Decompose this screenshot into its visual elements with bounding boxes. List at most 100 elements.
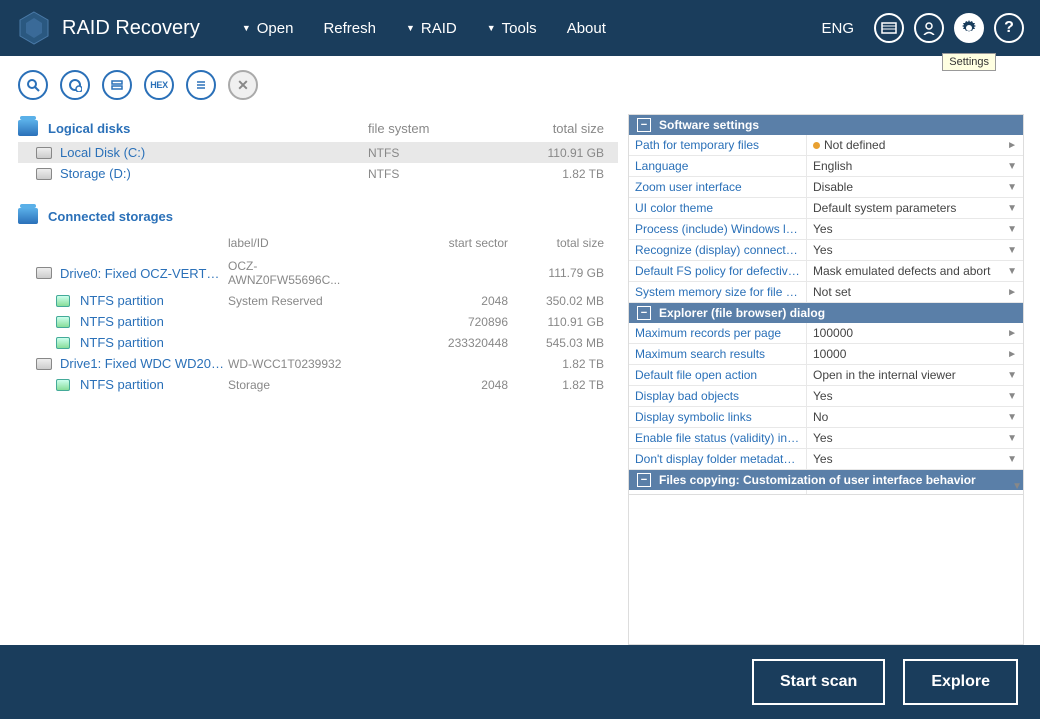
settings-button[interactable] <box>954 13 984 43</box>
settings-description <box>628 495 1024 645</box>
setting-value[interactable]: Disable▼ <box>807 177 1023 197</box>
setting-value[interactable]: Yes▼ <box>807 240 1023 260</box>
window-button[interactable] <box>874 13 904 43</box>
partition-name: NTFS partition <box>80 335 228 350</box>
menu-raid[interactable]: ▼RAID <box>394 14 469 43</box>
setting-row[interactable]: Display symbolic links No▼ <box>629 407 1023 428</box>
logo-area: RAID Recovery <box>16 10 200 46</box>
settings-group-header[interactable]: −Files copying: Customization of user in… <box>629 470 1023 490</box>
partition-size: 1.82 TB <box>508 378 618 392</box>
setting-row[interactable]: System memory size for file cache... Not… <box>629 282 1023 303</box>
hdd-icon <box>36 168 52 180</box>
help-button[interactable]: ? <box>994 13 1024 43</box>
setting-label: Process (include) Windows logical ... <box>629 219 807 239</box>
tool-raid[interactable] <box>102 70 132 100</box>
menu-about[interactable]: About <box>555 14 618 43</box>
group-title: Software settings <box>659 118 759 132</box>
partition-icon <box>56 316 70 328</box>
setting-row[interactable]: Recognize (display) connected me... Yes▼ <box>629 240 1023 261</box>
setting-label: Zoom user interface <box>629 177 807 197</box>
setting-row[interactable]: Language English▼ <box>629 156 1023 177</box>
logical-disk-row[interactable]: Storage (D:) NTFS 1.82 TB <box>18 163 618 184</box>
scroll-down-icon[interactable]: ▼ <box>1012 481 1022 492</box>
setting-row[interactable]: Default FS policy for defective blo... M… <box>629 261 1023 282</box>
setting-row[interactable]: Enable file status (validity) indicati..… <box>629 428 1023 449</box>
gear-icon <box>961 20 977 36</box>
dropdown-arrow-icon: ▼ <box>1007 266 1017 277</box>
dropdown-arrow-icon: ▼ <box>1007 224 1017 235</box>
drive-icon <box>36 358 52 370</box>
partition-start: 2048 <box>368 294 508 308</box>
tool-manage[interactable] <box>60 70 90 100</box>
partition-start: 2048 <box>368 378 508 392</box>
raid-icon <box>110 78 124 92</box>
setting-label: Duplicate file conflict action <box>629 490 807 495</box>
main-menu: ▼Open Refresh ▼RAID ▼Tools About <box>230 14 618 43</box>
settings-group-header[interactable]: −Software settings <box>629 115 1023 135</box>
group-collapse-icon[interactable]: − <box>637 118 651 132</box>
setting-value[interactable]: Yes▼ <box>807 219 1023 239</box>
settings-group-header[interactable]: −Explorer (file browser) dialog <box>629 303 1023 323</box>
dropdown-arrow-icon: ► <box>1007 328 1017 339</box>
setting-value[interactable]: Not set► <box>807 282 1023 302</box>
setting-row[interactable]: Zoom user interface Disable▼ <box>629 177 1023 198</box>
setting-value[interactable]: Ask what to do▼ <box>807 490 1023 495</box>
setting-value[interactable]: Not defined► <box>807 135 1023 155</box>
setting-row[interactable]: Duplicate file conflict action Ask what … <box>629 490 1023 495</box>
setting-value[interactable]: Yes▼ <box>807 428 1023 448</box>
setting-value[interactable]: Yes▼ <box>807 386 1023 406</box>
partition-size: 545.03 MB <box>508 336 618 350</box>
partition-icon <box>56 295 70 307</box>
setting-row[interactable]: Maximum records per page 100000► <box>629 323 1023 344</box>
setting-label: Default FS policy for defective blo... <box>629 261 807 281</box>
drive-row[interactable]: Drive0: Fixed OCZ-VERTEX3 (ATA) OCZ-AWNZ… <box>18 256 618 290</box>
tool-scan[interactable] <box>18 70 48 100</box>
warning-dot-icon <box>813 142 820 149</box>
setting-value[interactable]: Open in the internal viewer▼ <box>807 365 1023 385</box>
explore-button[interactable]: Explore <box>903 659 1018 705</box>
connected-icon <box>18 208 38 224</box>
partition-name: NTFS partition <box>80 293 228 308</box>
group-collapse-icon[interactable]: − <box>637 306 651 320</box>
setting-value[interactable]: No▼ <box>807 407 1023 427</box>
partition-label: Storage <box>228 378 368 392</box>
tool-close[interactable]: ✕ <box>228 70 258 100</box>
setting-value[interactable]: English▼ <box>807 156 1023 176</box>
close-icon: ✕ <box>237 77 249 94</box>
partition-row[interactable]: NTFS partition 233320448 545.03 MB <box>18 332 618 353</box>
start-scan-button[interactable]: Start scan <box>752 659 885 705</box>
partition-row[interactable]: NTFS partition Storage 2048 1.82 TB <box>18 374 618 395</box>
setting-value[interactable]: Mask emulated defects and abort▼ <box>807 261 1023 281</box>
disk-size: 1.82 TB <box>508 167 618 181</box>
hex-icon: HEX <box>150 80 168 90</box>
setting-row[interactable]: Path for temporary files Not defined► <box>629 135 1023 156</box>
settings-panel: ▼ −Software settingsPath for temporary f… <box>628 114 1024 495</box>
partition-row[interactable]: NTFS partition 720896 110.91 GB <box>18 311 618 332</box>
group-collapse-icon[interactable]: − <box>637 473 651 487</box>
drive-row[interactable]: Drive1: Fixed WDC WD20EZRX-00DC0... WD-W… <box>18 353 618 374</box>
menu-tools[interactable]: ▼Tools <box>475 14 549 43</box>
setting-row[interactable]: Default file open action Open in the int… <box>629 365 1023 386</box>
tool-list[interactable] <box>186 70 216 100</box>
setting-row[interactable]: UI color theme Default system parameters… <box>629 198 1023 219</box>
partition-row[interactable]: NTFS partition System Reserved 2048 350.… <box>18 290 618 311</box>
setting-row[interactable]: Don't display folder metadata size Yes▼ <box>629 449 1023 470</box>
menu-refresh[interactable]: Refresh <box>311 14 388 43</box>
language-selector[interactable]: ENG <box>821 20 854 37</box>
dropdown-arrow-icon: ▼ <box>1007 495 1017 496</box>
user-button[interactable] <box>914 13 944 43</box>
menu-open[interactable]: ▼Open <box>230 14 306 43</box>
setting-value[interactable]: Default system parameters▼ <box>807 198 1023 218</box>
setting-row[interactable]: Display bad objects Yes▼ <box>629 386 1023 407</box>
setting-value[interactable]: 100000► <box>807 323 1023 343</box>
setting-row[interactable]: Process (include) Windows logical ... Ye… <box>629 219 1023 240</box>
setting-value[interactable]: Yes▼ <box>807 449 1023 469</box>
partition-size: 350.02 MB <box>508 294 618 308</box>
dropdown-arrow-icon: ▼ <box>1007 245 1017 256</box>
dropdown-arrow-icon: ▼ <box>1007 161 1017 172</box>
setting-row[interactable]: Maximum search results 10000► <box>629 344 1023 365</box>
dropdown-arrow-icon: ► <box>1007 140 1017 151</box>
logical-disk-row[interactable]: Local Disk (C:) NTFS 110.91 GB <box>18 142 618 163</box>
setting-value[interactable]: 10000► <box>807 344 1023 364</box>
tool-hex[interactable]: HEX <box>144 70 174 100</box>
